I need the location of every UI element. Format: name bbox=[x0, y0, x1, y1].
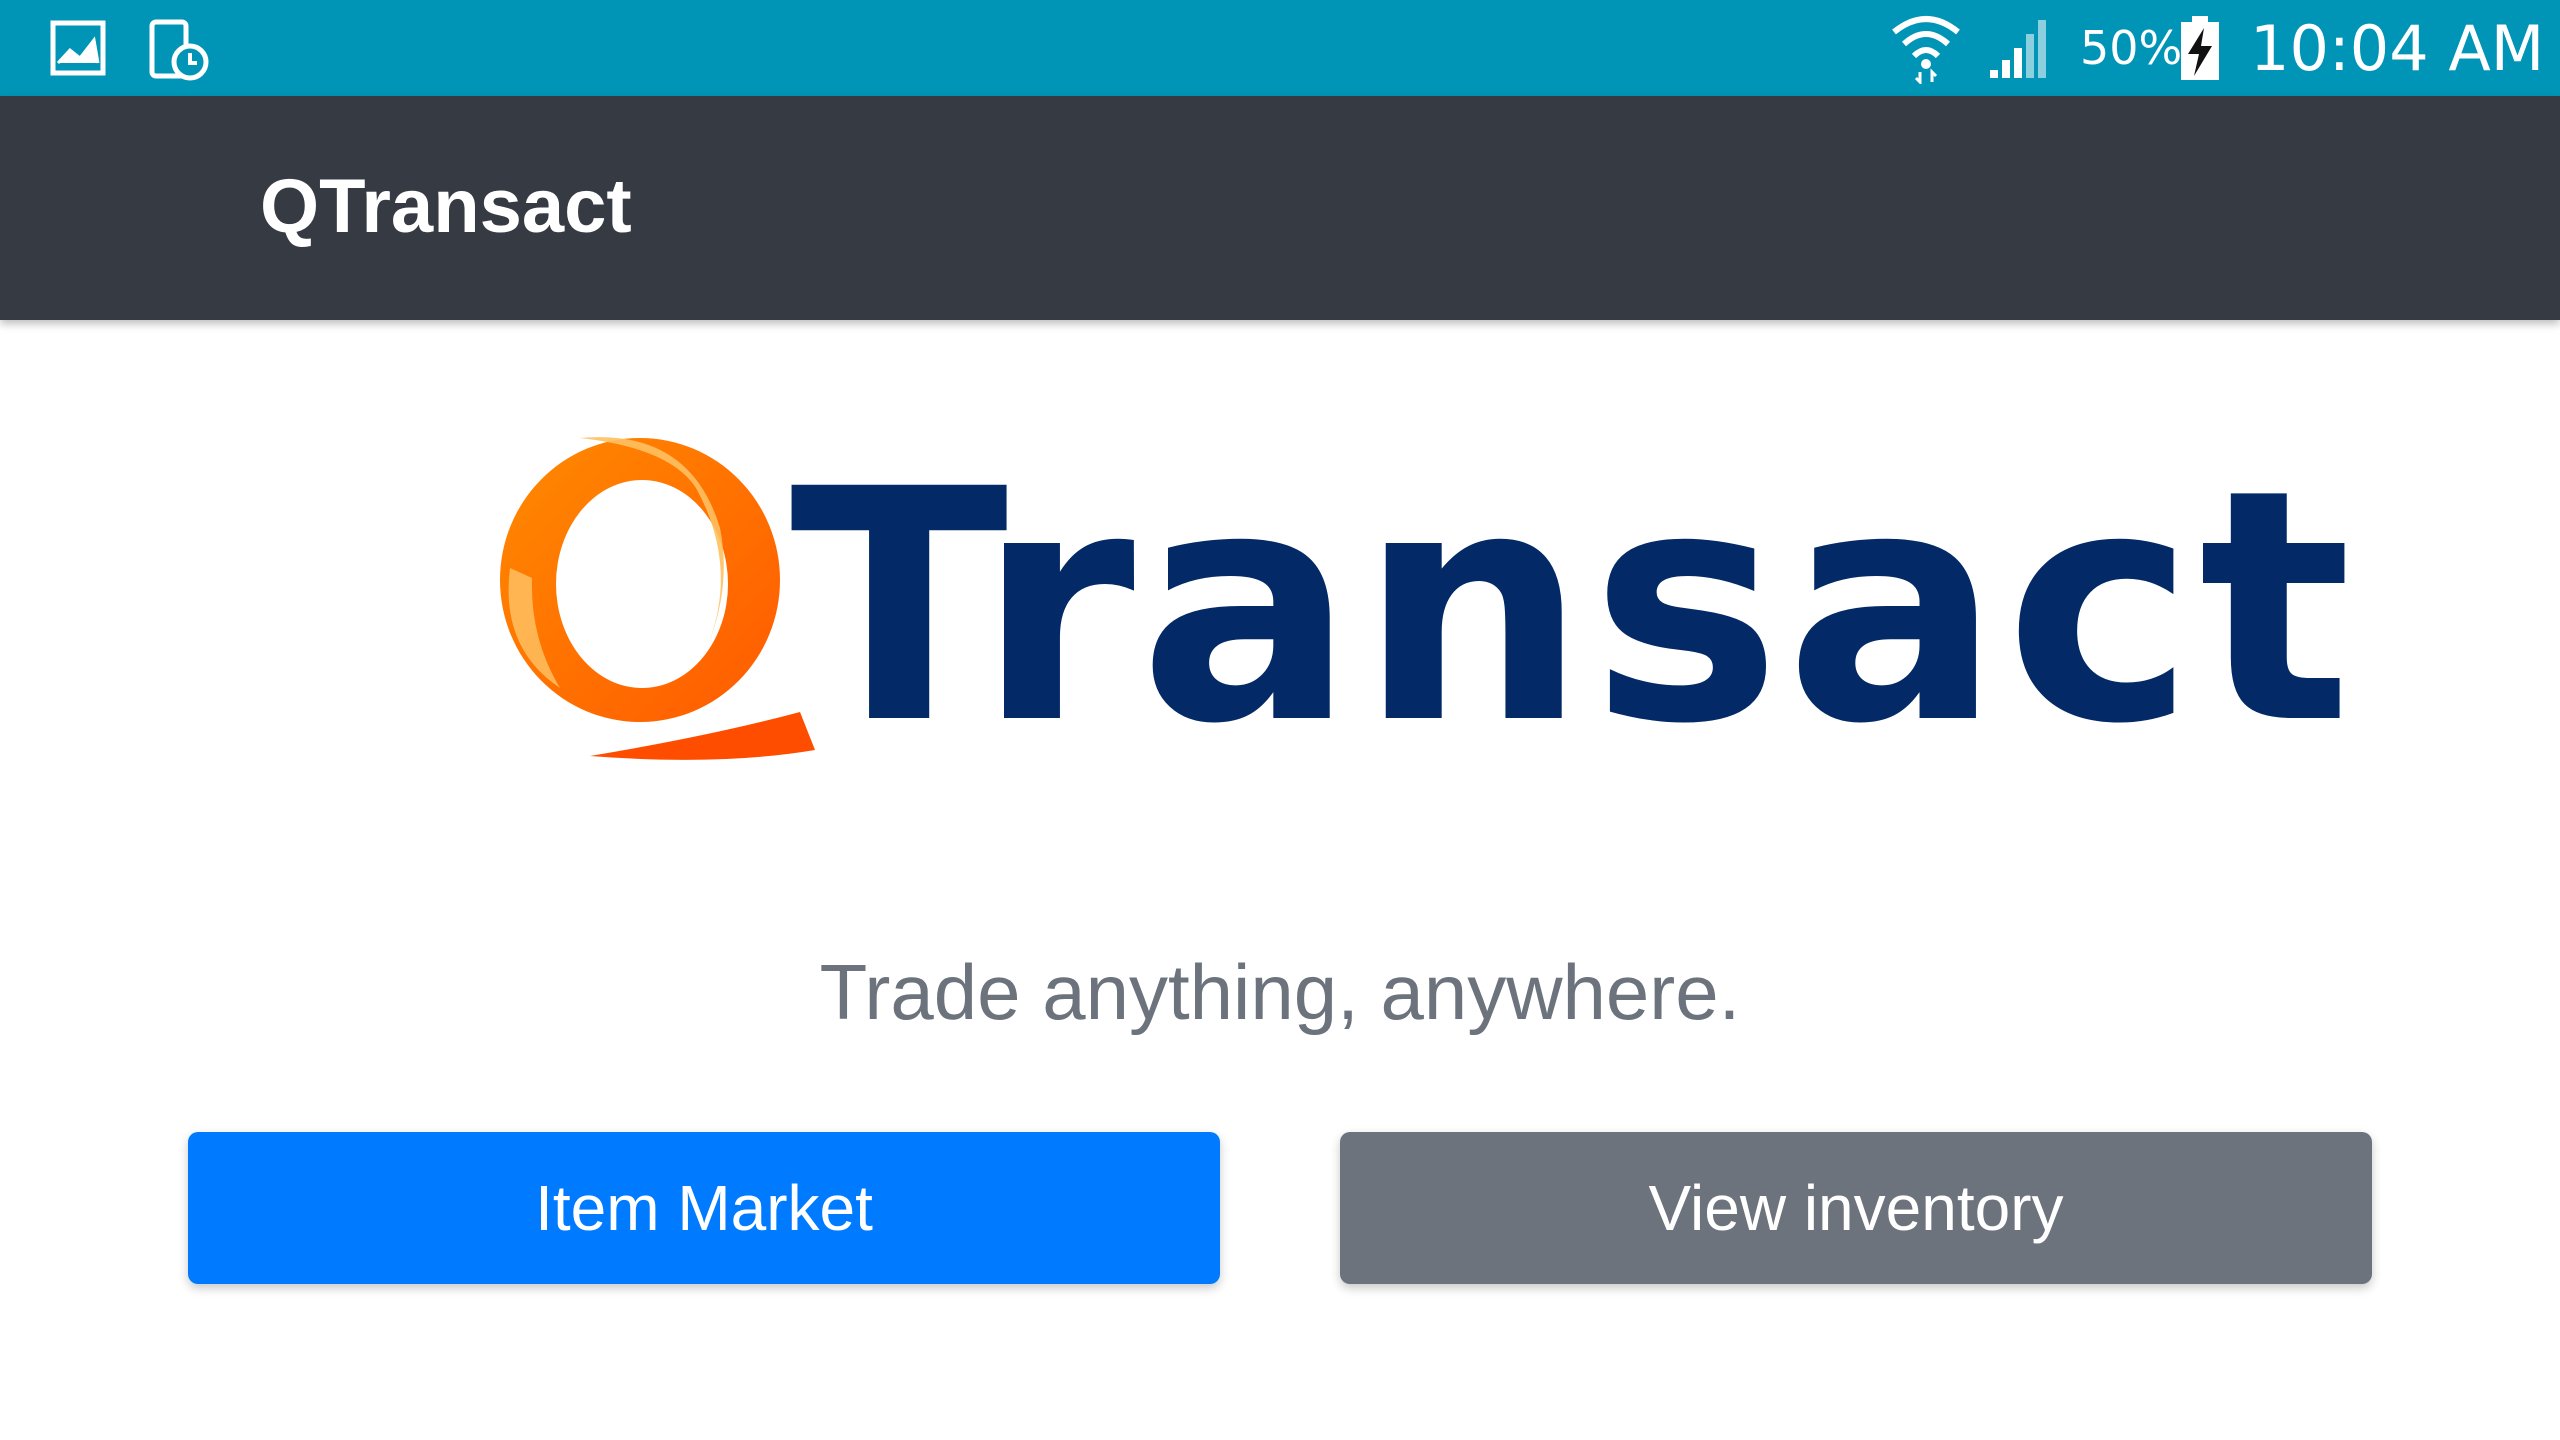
gallery-icon bbox=[48, 18, 108, 78]
item-market-button[interactable]: Item Market bbox=[188, 1132, 1220, 1284]
wifi-icon bbox=[1890, 10, 1962, 86]
app-bar: QTransact bbox=[0, 96, 2560, 320]
qtransact-logo: Transact bbox=[470, 418, 2352, 778]
app-title: QTransact bbox=[260, 164, 632, 249]
logo-wordmark: Transact bbox=[790, 422, 2356, 794]
clock: 10:04 AM bbox=[2250, 12, 2545, 85]
logo-q-mark bbox=[500, 437, 815, 760]
battery-charging-icon bbox=[2178, 14, 2222, 82]
tagline: Trade anything, anywhere. bbox=[819, 948, 1741, 1036]
battery-percent: 50% bbox=[2080, 21, 2183, 75]
screen-timer-icon bbox=[146, 18, 209, 81]
status-bar: 50% 10:04 AM bbox=[0, 0, 2560, 96]
view-inventory-button[interactable]: View inventory bbox=[1340, 1132, 2372, 1284]
signal-icon bbox=[1988, 16, 2056, 80]
